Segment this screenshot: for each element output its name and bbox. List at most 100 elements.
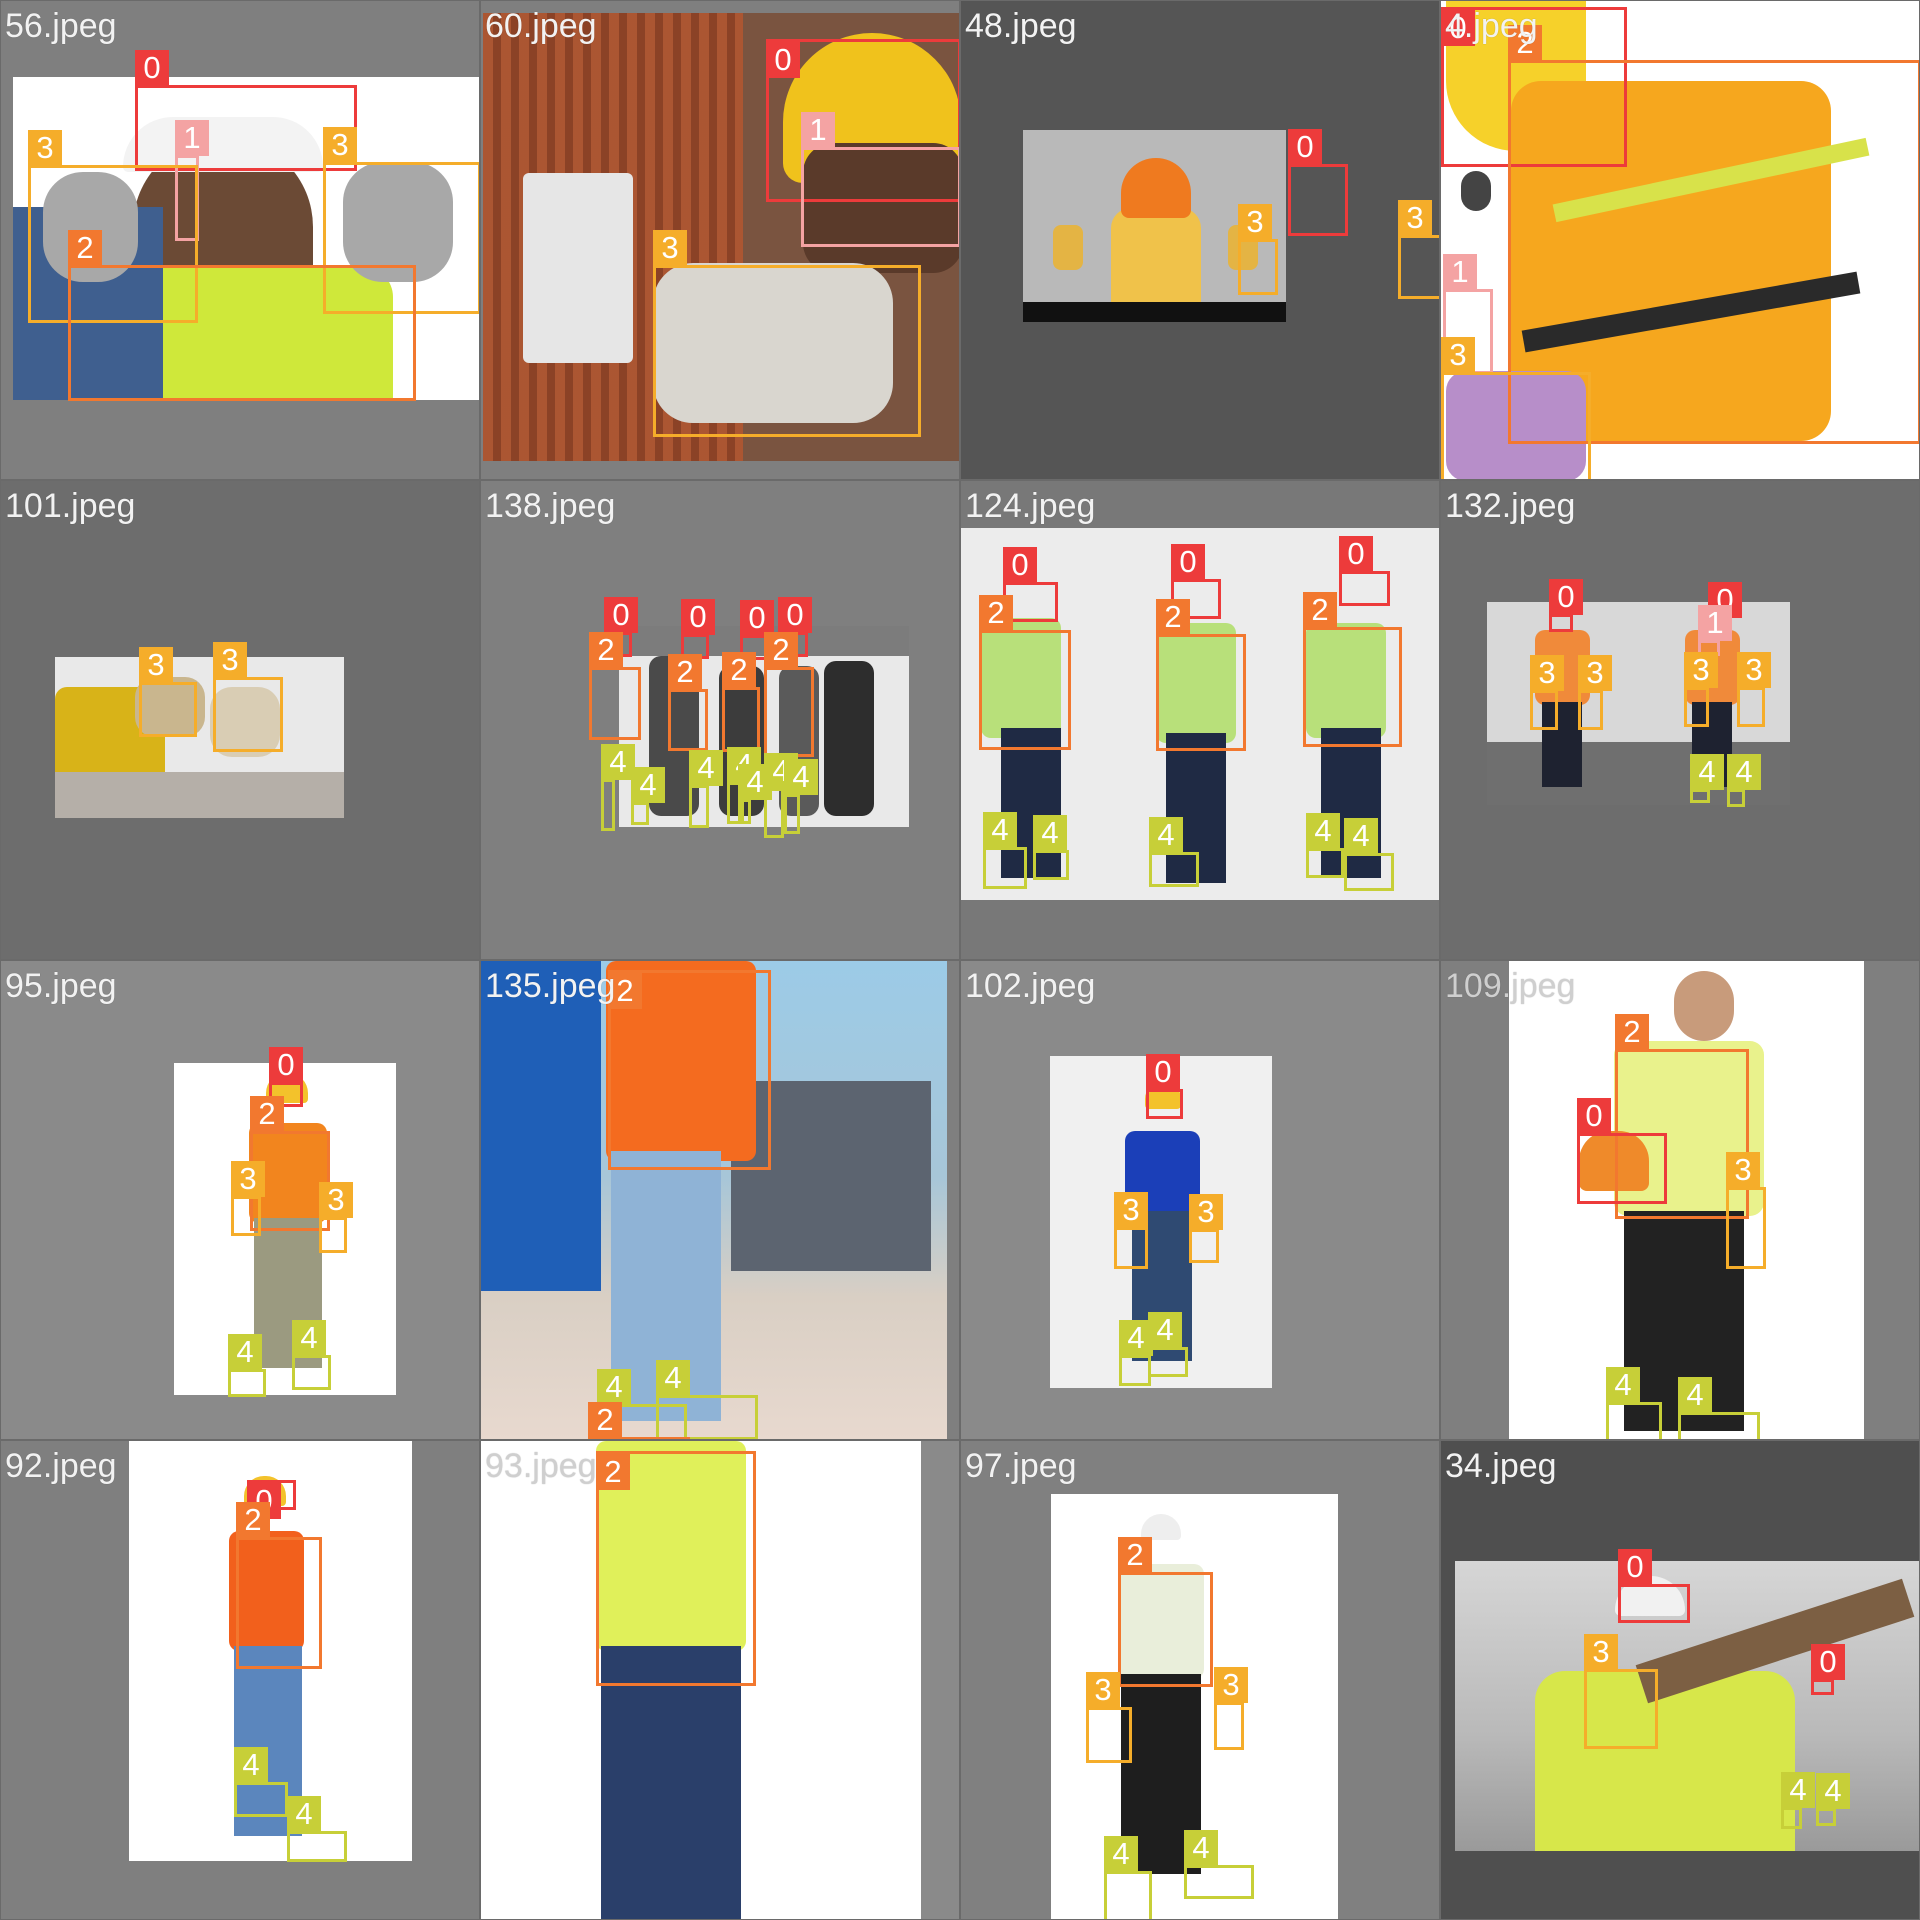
bbox-label: 3 [28,130,62,166]
bbox-label: 3 [1114,1192,1148,1228]
tile-filename: 60.jpeg [485,7,597,45]
bbox-label: 2 [668,654,702,690]
bbox-class-0: 0 [1339,536,1390,606]
tile-filename: 101.jpeg [5,487,136,525]
bbox-label: 2 [1615,1014,1649,1050]
tile-filename: 109.jpeg [1445,967,1576,1005]
bbox-label: 3 [1214,1667,1248,1703]
tile-filename: 34.jpeg [1445,1447,1557,1485]
bbox-class-4: 4 [1606,1367,1662,1439]
bbox-label: 3 [319,1182,353,1218]
mosaic-tile: 102.jpeg 0 3 3 44 [960,960,1440,1440]
bbox-class-4: 4 [1727,754,1761,807]
bbox-class-3: 3 [1578,655,1612,730]
bbox-class-0: 0 [1549,579,1583,632]
bbox-label: 0 [1171,544,1205,580]
bbox-class-4: 4 [656,1360,758,1439]
mosaic-tile: 124.jpeg 00022244444 [960,480,1440,960]
bbox-label: 2 [979,595,1013,631]
bbox-label: 4 [656,1360,690,1396]
bbox-label: 4 [597,1369,631,1405]
bbox-label: 2 [250,1096,284,1132]
bbox-class-0: 0 [1618,1549,1690,1623]
bbox-class-2: 2 [1118,1537,1213,1687]
bbox-label: 0 [1288,129,1322,165]
bbox-label: 0 [1618,1549,1652,1585]
mosaic-tile: 93.jpeg 2 [480,1440,960,1920]
tile-filename: 56.jpeg [5,7,117,45]
bbox-label: 0 [1811,1644,1845,1680]
bbox-label: 0 [766,42,800,78]
mosaic-tile: 92.jpeg 0244 [0,1440,480,1920]
bbox-class-3: 3 [1737,652,1771,727]
bbox-class-4: 4 [228,1334,266,1397]
bbox-label: 2 [589,632,623,668]
bbox-label: 3 [213,642,247,678]
bbox-label: 3 [1684,652,1718,688]
bbox-class-3: 3 [1530,655,1564,730]
bbox-class-0: 0 [1288,129,1348,236]
bbox-class-3: 3 [653,230,921,437]
bbox-label: 0 [604,597,638,633]
bbox-label: 4 [287,1796,321,1832]
bbox-label: 4 [1306,813,1340,849]
bbox-class-3: 3 [319,1182,353,1253]
bbox-label: 3 [1530,655,1564,691]
bbox-label: 4 [1148,1312,1182,1348]
bbox-label: 4 [1678,1377,1712,1413]
bbox-label: 0 [1146,1054,1180,1090]
tile-filename: 135.jpeg [485,967,616,1005]
bbox-label: 3 [1441,337,1475,373]
bbox-label: 4 [228,1334,262,1370]
bbox-class-2: 2 [979,595,1071,750]
bbox-class-4: 4 [1033,815,1069,880]
bbox-label: 4 [1816,1773,1850,1809]
bbox-class-4: 4 [784,759,818,834]
mosaic-tile: 95.jpeg 0 2 3 3 44 [0,960,480,1440]
bbox-class-4: 4 [1306,813,1344,878]
bbox-label: 4 [601,744,635,780]
bbox-class-4: 4 [1119,1320,1153,1386]
bbox-label: 4 [1149,817,1183,853]
mosaic-tile: 101.jpeg 3 3 [0,480,480,960]
bbox-class-1: 1 [801,112,959,247]
mosaic-tile: 109.jpeg 2 0 3 4 4 [1440,960,1920,1440]
bbox-label: 3 [1189,1194,1223,1230]
bbox-class-3: 3 [139,647,197,737]
mosaic-tile: 56.jpeg 01 3 3 2 [0,0,480,480]
bbox-label: 1 [1443,254,1477,290]
bbox-class-2: 2 [764,632,814,757]
bbox-label: 2 [588,1402,622,1438]
bbox-class-2: 2 [1303,592,1402,747]
bbox-label: 0 [1339,536,1373,572]
tile-filename: 4.jpeg [1445,7,1538,45]
bbox-label: 4 [1184,1830,1218,1866]
bbox-class-4: 4 [1344,818,1394,891]
bbox-label: 2 [1118,1537,1152,1573]
bbox-label: 4 [234,1747,268,1783]
mosaic-tile: 60.jpeg 01 3 [480,0,960,480]
bbox-class-4: 4 [1148,1312,1188,1377]
bbox-class-4: 4 [1678,1377,1760,1439]
mosaic-tile: 135.jpeg 2442 [480,960,960,1440]
bbox-class-3: 3 [1114,1192,1148,1269]
bbox-label: 4 [1690,754,1724,790]
tile-filename: 95.jpeg [5,967,117,1005]
bbox-label: 3 [1398,200,1432,236]
bbox-label: 3 [1086,1672,1120,1708]
mosaic-tile: 132.jpeg 001333344 [1440,480,1920,960]
bbox-label: 3 [139,647,173,683]
bbox-label: 3 [1578,655,1612,691]
bbox-label: 0 [778,597,812,633]
mosaic-tile: 48.jpeg 0 3 3 [960,0,1440,480]
bbox-label: 2 [1303,592,1337,628]
bbox-class-3: 3 [231,1161,265,1236]
bbox-label: 4 [1104,1836,1138,1872]
tile-filename: 138.jpeg [485,487,616,525]
bbox-class-4: 4 [292,1320,331,1390]
bbox-label: 4 [983,812,1017,848]
bbox-label: 4 [292,1320,326,1356]
bbox-label: 3 [1238,204,1272,240]
bbox-class-2: 2 [236,1502,322,1669]
bbox-class-4: 4 [1816,1773,1850,1826]
